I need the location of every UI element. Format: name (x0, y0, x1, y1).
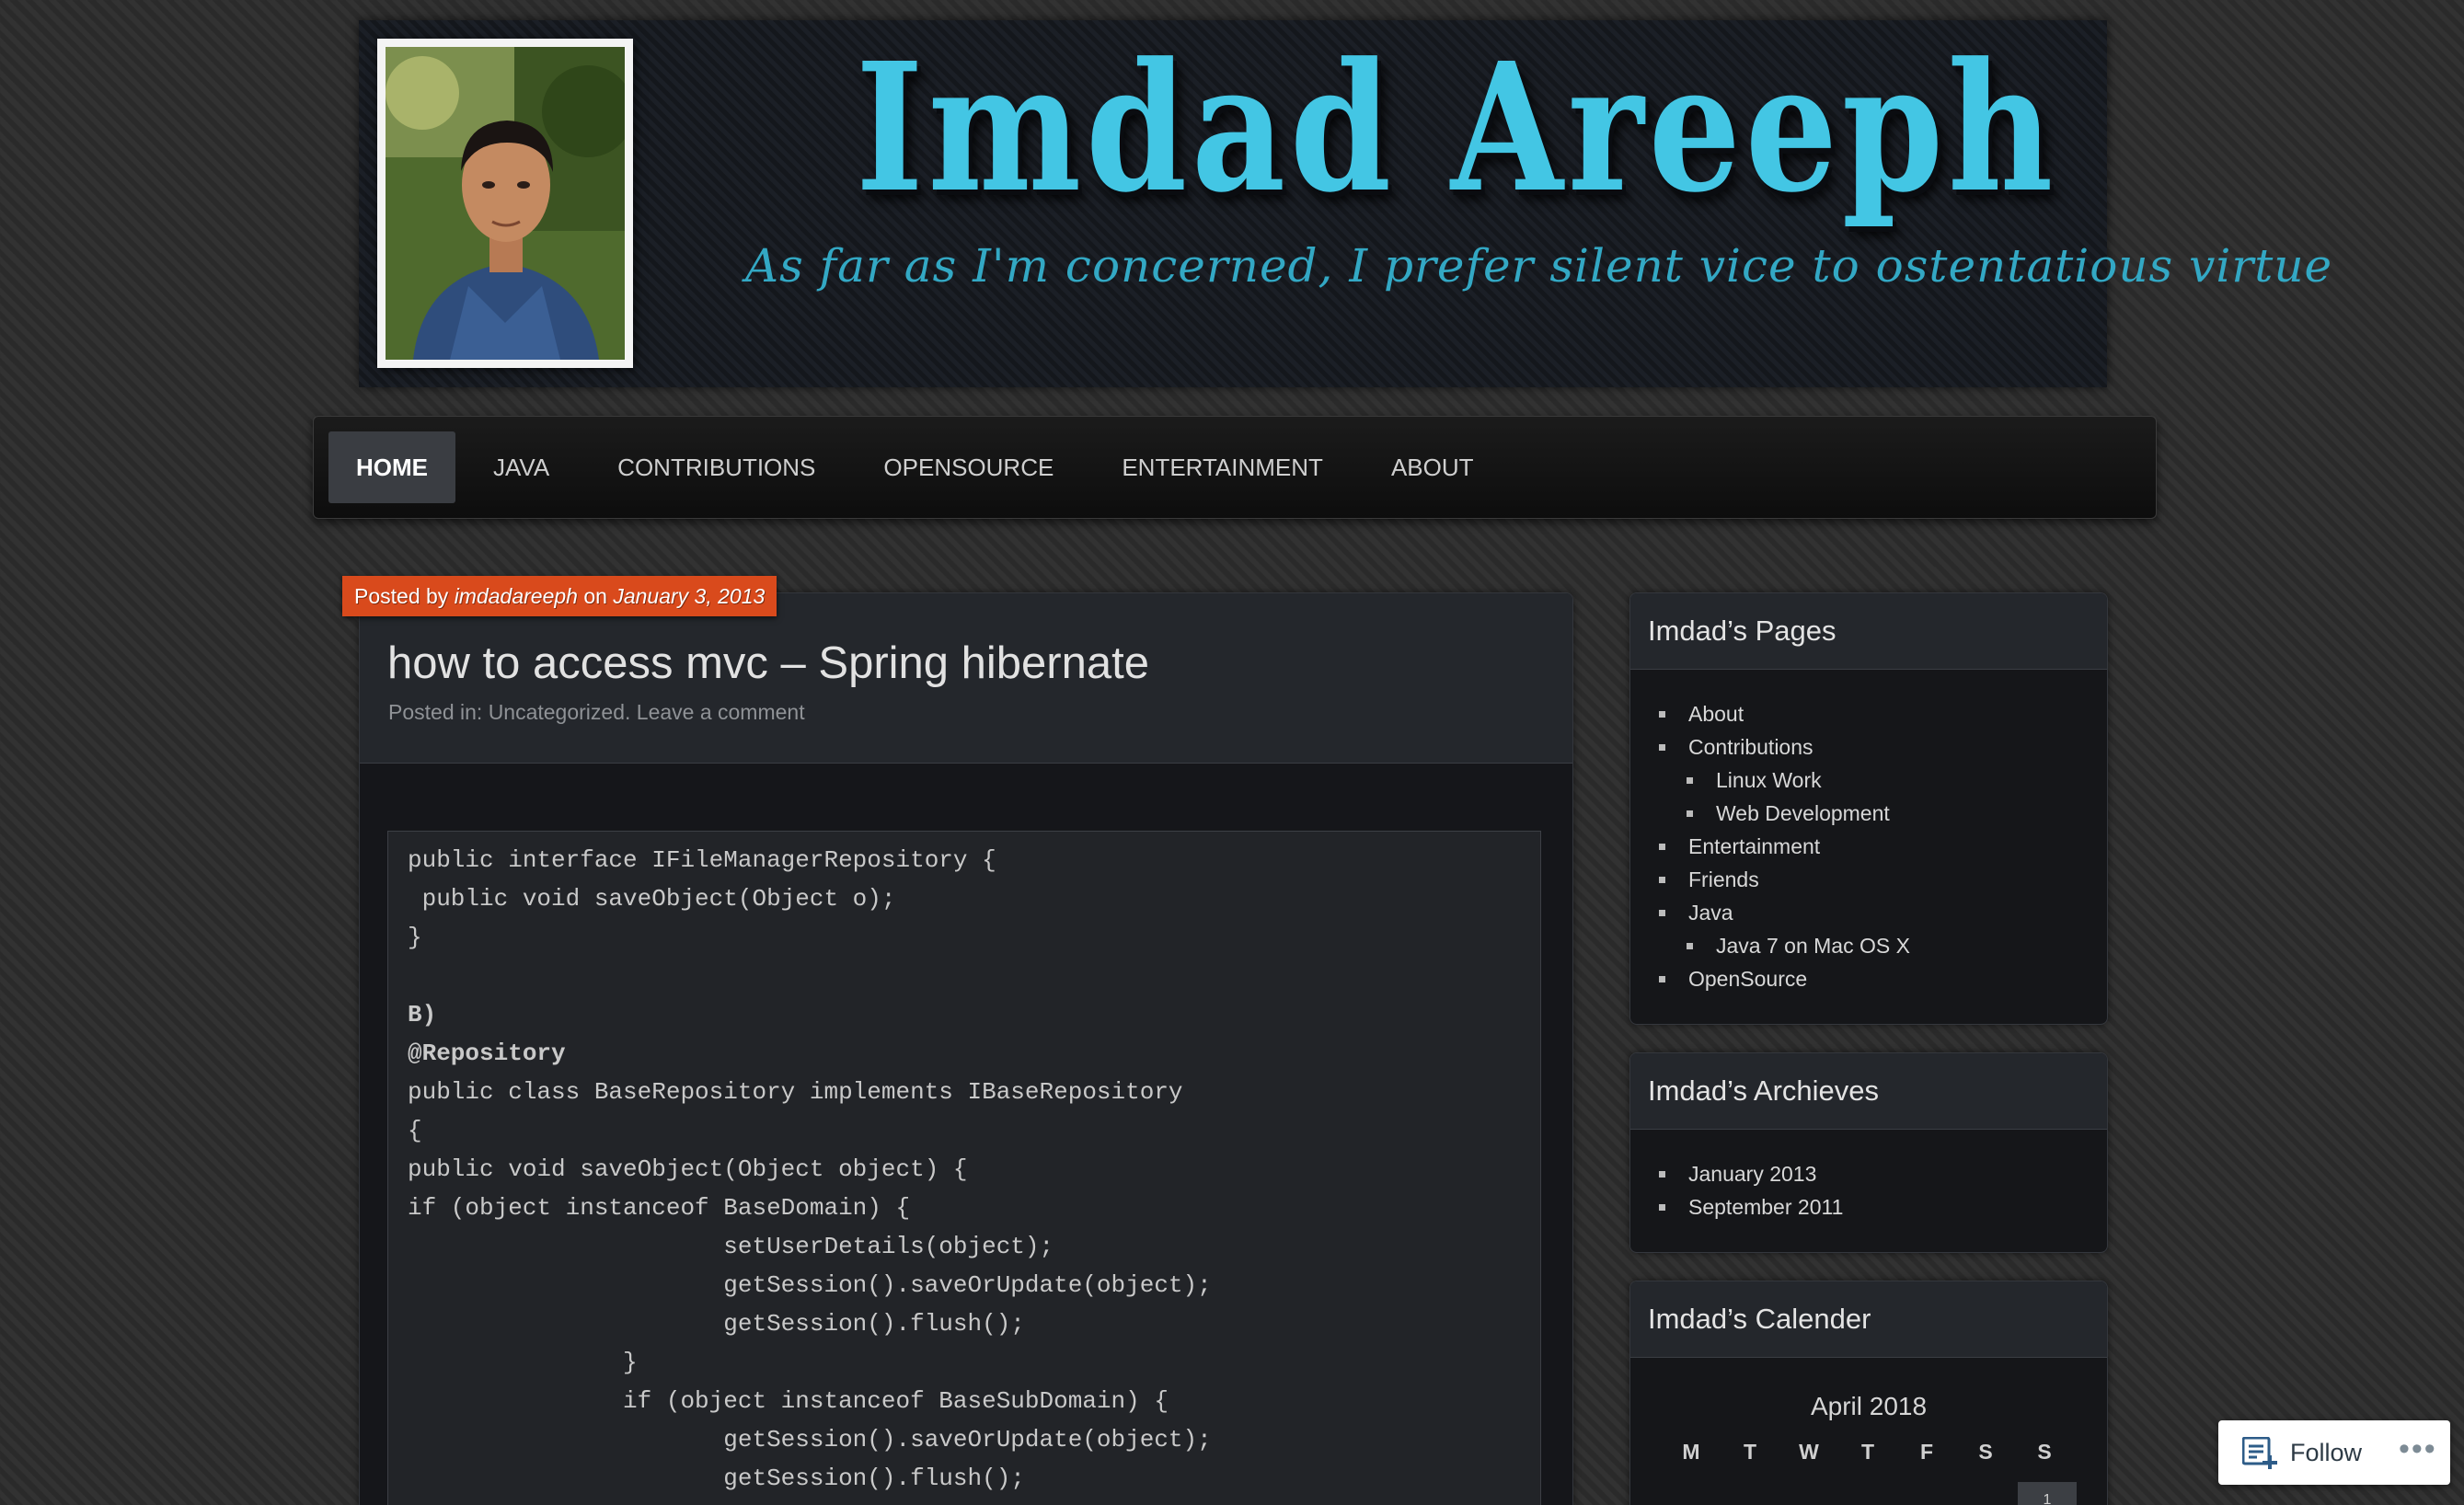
more-options-icon[interactable]: ••• (2399, 1420, 2437, 1477)
code-line: public void saveObject(Object object) { (408, 1155, 968, 1183)
page-link-java7-mac[interactable]: Java 7 on Mac OS X (1630, 929, 2107, 962)
code-block: public interface IFileManagerRepository … (387, 831, 1541, 1505)
category-link[interactable]: Uncategorized. (489, 700, 631, 724)
page-link-java[interactable]: Java (1630, 896, 2107, 929)
archive-link[interactable]: January 2013 (1630, 1157, 2107, 1190)
code-line: getSession().saveOrUpdate(object); (408, 1426, 1212, 1453)
follow-button[interactable]: Follow ••• (2218, 1420, 2450, 1485)
code-line: public class BaseRepository implements I… (408, 1078, 1183, 1106)
posted-by-prefix: Posted by (354, 584, 449, 608)
calendar-weekdays: M T W T F S S (1662, 1440, 2094, 1465)
main-navigation: HOME JAVA CONTRIBUTIONS OPENSOURCE ENTER… (313, 416, 2157, 519)
weekday-label: T (1743, 1440, 1757, 1464)
page-link-contributions[interactable]: Contributions (1630, 730, 2107, 764)
nav-item-home[interactable]: HOME (328, 431, 455, 503)
code-line: setUserDetails(object); (408, 1233, 1054, 1260)
code-line: public void saveObject(Object o); (408, 885, 896, 913)
calendar-day-cell: 1 (2018, 1482, 2077, 1505)
calendar-widget: Imdad’s Calender April 2018 M T W T F S … (1629, 1281, 2108, 1505)
post-meta: Posted in: Uncategorized. Leave a commen… (388, 700, 805, 725)
posted-on-word: on (583, 584, 607, 608)
code-line: getSession().flush(); (408, 1310, 1025, 1338)
posted-in-label: Posted in: (388, 700, 483, 724)
page-link-opensource[interactable]: OpenSource (1630, 962, 2107, 995)
weekday-label: W (1799, 1440, 1819, 1464)
code-line: getSession().flush(); (408, 1465, 1025, 1492)
page-link-web-development[interactable]: Web Development (1630, 797, 2107, 830)
pages-widget-title: Imdad’s Pages (1630, 593, 2107, 670)
page-link-friends[interactable]: Friends (1630, 863, 2107, 896)
post-title[interactable]: how to access mvc – Spring hibernate (387, 636, 1149, 691)
weekday-label: S (1978, 1440, 1993, 1464)
nav-item-about[interactable]: ABOUT (1361, 431, 1504, 503)
site-header: Imdad Areeph As far as I'm concerned, I … (359, 20, 2333, 387)
code-line: public interface IFileManagerRepository … (408, 846, 996, 874)
calendar-month: April 2018 (1810, 1392, 1928, 1420)
weekday-label: F (1919, 1440, 1934, 1464)
site-tagline: As far as I'm concerned, I prefer silent… (745, 239, 2333, 293)
code-line: getSession().saveOrUpdate(object); (408, 1271, 1212, 1299)
archives-widget: Imdad’s Archieves January 2013 September… (1629, 1052, 2108, 1253)
author-link[interactable]: imdadareeph (455, 584, 578, 608)
code-line: } (408, 1349, 638, 1376)
leave-comment-link[interactable]: Leave a comment (637, 700, 805, 724)
pages-widget: Imdad’s Pages About Contributions Linux … (1629, 592, 2108, 1025)
archive-link[interactable]: September 2011 (1630, 1190, 2107, 1224)
code-line: @Repository (408, 1040, 566, 1067)
code-line: if (object instanceof BaseSubDomain) { (408, 1387, 1169, 1415)
code-line: } (408, 924, 422, 951)
posted-by-ribbon: Posted by imdadareeph on January 3, 2013 (342, 576, 777, 616)
site-title[interactable]: Imdad Areeph (856, 28, 2053, 230)
blog-post: how to access mvc – Spring hibernate Pos… (359, 592, 1573, 1505)
code-line: B) (408, 1001, 437, 1028)
nav-item-entertainment[interactable]: ENTERTAINMENT (1091, 431, 1353, 503)
nav-item-opensource[interactable]: OPENSOURCE (853, 431, 1084, 503)
profile-photo (377, 39, 633, 368)
code-line: { (408, 1117, 422, 1144)
nav-item-java[interactable]: JAVA (463, 431, 580, 503)
page-link-entertainment[interactable]: Entertainment (1630, 830, 2107, 863)
archives-widget-title: Imdad’s Archieves (1630, 1053, 2107, 1130)
post-header: how to access mvc – Spring hibernate Pos… (360, 593, 1572, 764)
follow-label[interactable]: Follow (2290, 1420, 2362, 1485)
weekday-label: S (2037, 1440, 2052, 1464)
code-line: if (object instanceof BaseDomain) { (408, 1194, 911, 1222)
nav-item-contributions[interactable]: CONTRIBUTIONS (587, 431, 846, 503)
page-link-linux-work[interactable]: Linux Work (1630, 764, 2107, 797)
weekday-label: T (1860, 1440, 1875, 1464)
weekday-label: M (1682, 1440, 1700, 1464)
page-link-about[interactable]: About (1630, 697, 2107, 730)
post-date-link[interactable]: January 3, 2013 (613, 584, 765, 608)
follow-reader-icon (2241, 1436, 2279, 1475)
calendar-widget-title: Imdad’s Calender (1630, 1281, 2107, 1358)
